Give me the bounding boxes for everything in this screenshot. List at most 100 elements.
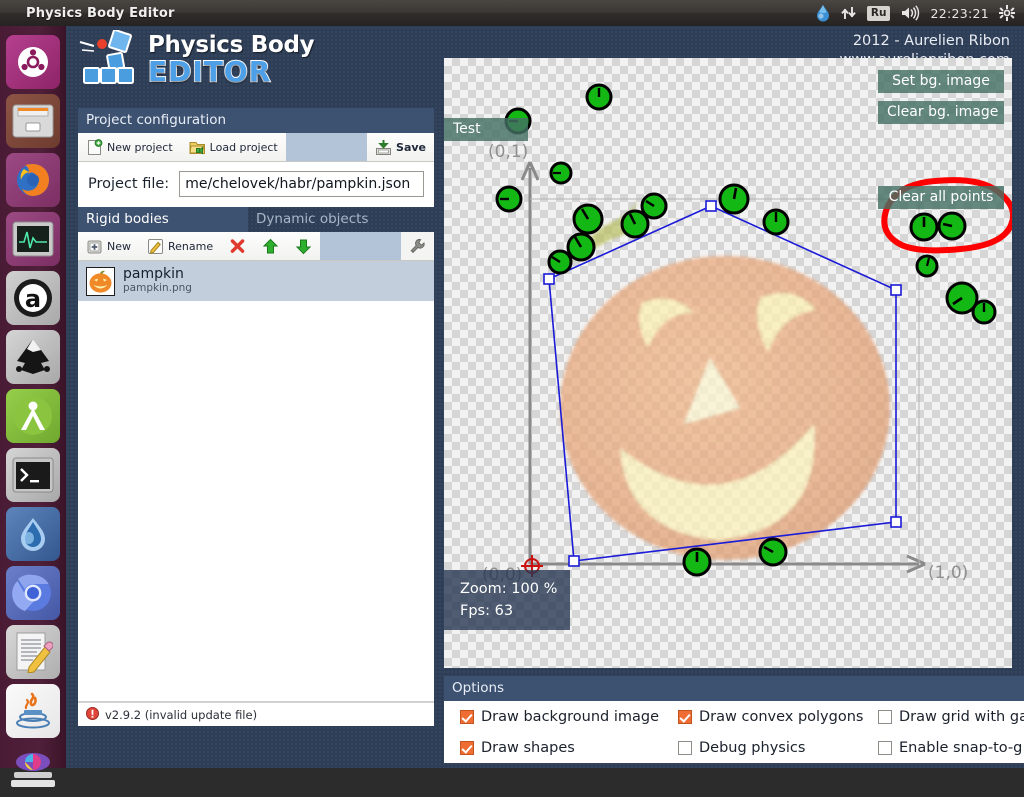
- tab-rigid-bodies[interactable]: Rigid bodies: [78, 207, 248, 232]
- project-toolbar: New project Load project Save: [78, 133, 434, 162]
- body-file: pampkin.png: [123, 282, 192, 294]
- logo-line-2: EDITOR: [147, 55, 272, 88]
- physics-body-editor-window: Physics Body EDITOR 2012 - Aurelien Ribo…: [66, 26, 1024, 768]
- bodies-toolbar-spacer: [320, 232, 401, 260]
- body-settings-button[interactable]: [401, 232, 434, 260]
- new-body-button[interactable]: New: [78, 232, 139, 260]
- checkbox[interactable]: [460, 740, 474, 755]
- plus-icon: [86, 238, 103, 255]
- clock-label[interactable]: 22:23:21: [930, 0, 989, 26]
- delete-x-icon: [229, 238, 246, 255]
- option-draw-grid-with-gap[interactable]: Draw grid with ga: [878, 709, 1024, 725]
- folder-open-icon: [189, 139, 206, 156]
- axis-label-x-unit: (1,0): [928, 563, 968, 583]
- launcher-item-system-monitor[interactable]: [6, 212, 60, 266]
- option-debug-physics[interactable]: Debug physics: [678, 740, 878, 756]
- move-up-button[interactable]: [254, 232, 287, 260]
- network-icon[interactable]: [841, 0, 857, 26]
- tab-dynamic-objects[interactable]: Dynamic objects: [248, 207, 378, 232]
- app-logo: Physics Body EDITOR: [78, 29, 315, 88]
- rename-body-label: Rename: [168, 239, 214, 253]
- system-tray: Ru 22:23:21: [815, 0, 1024, 26]
- fps-counter: Fps: 63: [460, 603, 514, 619]
- body-thumbnail: [86, 266, 115, 296]
- wrench-icon: [409, 238, 426, 255]
- body-name: pampkin: [123, 266, 184, 282]
- status-text: v2.9.2 (invalid update file): [105, 707, 258, 722]
- pencil-icon: [147, 238, 164, 255]
- checkbox[interactable]: [678, 740, 692, 755]
- load-project-label: Load project: [209, 140, 278, 154]
- new-project-button[interactable]: New project: [78, 133, 181, 161]
- project-file-row: Project file:: [78, 162, 434, 207]
- window-title: Physics Body Editor: [26, 5, 175, 21]
- zoom-level: Zoom: 100 %: [460, 581, 558, 597]
- option-draw-convex-polygons[interactable]: Draw convex polygons: [678, 709, 878, 725]
- new-document-icon: [86, 138, 103, 156]
- volume-icon[interactable]: [900, 0, 920, 26]
- error-icon: [86, 706, 99, 723]
- options-title: Options: [444, 676, 1024, 701]
- keyboard-layout-indicator[interactable]: Ru: [866, 0, 891, 26]
- move-down-button[interactable]: [287, 232, 320, 260]
- dropbox-icon[interactable]: [815, 0, 831, 26]
- option-label: Draw grid with ga: [899, 708, 1024, 725]
- set-bg-image-button[interactable]: Set bg. image: [878, 70, 1004, 93]
- new-body-label: New: [107, 239, 131, 253]
- option-label: Debug physics: [699, 739, 806, 756]
- unity-launcher: a: [0, 26, 66, 787]
- launcher-item-inkscape[interactable]: [6, 330, 60, 384]
- ubuntu-top-panel: Physics Body Editor Ru 22:23:21: [0, 0, 1024, 26]
- rename-body-button[interactable]: Rename: [139, 232, 221, 260]
- bodies-tabbar: Rigid bodies Dynamic objects: [78, 207, 434, 232]
- left-column: Project configuration New project Load p…: [78, 108, 434, 756]
- svg-text:a: a: [25, 285, 41, 313]
- logo-wordmark: Physics Body EDITOR: [147, 32, 315, 88]
- launcher-item-text-editor[interactable]: [6, 625, 60, 679]
- checkbox[interactable]: [878, 709, 892, 724]
- launcher-item-files[interactable]: [6, 94, 60, 148]
- save-button[interactable]: Save: [367, 133, 434, 161]
- launcher-item-gimp[interactable]: [6, 507, 60, 561]
- canvas-hud: Zoom: 100 % Fps: 63: [444, 570, 570, 630]
- clear-all-points-button[interactable]: Clear all points: [878, 186, 1004, 209]
- project-file-label: Project file:: [88, 176, 170, 192]
- delete-body-button[interactable]: [221, 232, 254, 260]
- logo-line-1: Physics Body: [148, 32, 315, 58]
- launcher-item-terminal[interactable]: [6, 448, 60, 502]
- checkbox[interactable]: [460, 709, 474, 724]
- launcher-item-chromium[interactable]: [6, 566, 60, 620]
- option-label: Enable snap-to-g: [899, 739, 1023, 756]
- new-project-label: New project: [107, 140, 173, 154]
- option-draw-background-image[interactable]: Draw background image: [460, 709, 678, 725]
- launcher-item-android-studio[interactable]: [6, 389, 60, 443]
- rigid-bodies-list[interactable]: pampkin pampkin.png: [78, 261, 434, 702]
- logo-icon: [78, 29, 140, 88]
- save-icon: [375, 139, 392, 156]
- bodies-panel: New Rename pampkin pampkin.png v2.9.2 (i…: [78, 232, 434, 726]
- launcher-item-firefox[interactable]: [6, 153, 60, 207]
- option-draw-shapes[interactable]: Draw shapes: [460, 740, 678, 756]
- launcher-item-audacious[interactable]: a: [6, 271, 60, 325]
- checkbox[interactable]: [878, 740, 892, 755]
- project-configuration-panel: New project Load project Save Project fi…: [78, 133, 434, 207]
- launcher-item-workspace-switcher[interactable]: [6, 743, 60, 797]
- canvas-tab-test[interactable]: Test: [444, 118, 528, 141]
- save-label: Save: [396, 140, 426, 154]
- launcher-item-java-app[interactable]: [6, 684, 60, 738]
- load-project-button[interactable]: Load project: [181, 133, 286, 161]
- clear-bg-image-button[interactable]: Clear bg. image: [878, 101, 1004, 124]
- option-enable-snap-to-grid[interactable]: Enable snap-to-g: [878, 740, 1024, 756]
- launcher-item-ubuntu-dash[interactable]: [6, 35, 60, 89]
- arrow-up-icon: [262, 238, 279, 255]
- gear-icon[interactable]: [999, 0, 1015, 26]
- arrow-down-icon: [295, 238, 312, 255]
- editor-canvas[interactable]: (0,1) (0,0) (1,0) Test Set bg. image Cle…: [444, 58, 1012, 668]
- checkbox[interactable]: [678, 709, 692, 724]
- list-item-text: pampkin pampkin.png: [123, 267, 192, 295]
- option-label: Draw background image: [481, 708, 660, 725]
- project-file-input[interactable]: [179, 171, 424, 197]
- list-item[interactable]: pampkin pampkin.png: [78, 261, 434, 301]
- keyboard-layout-label: Ru: [866, 5, 891, 21]
- status-bar: v2.9.2 (invalid update file): [78, 702, 434, 726]
